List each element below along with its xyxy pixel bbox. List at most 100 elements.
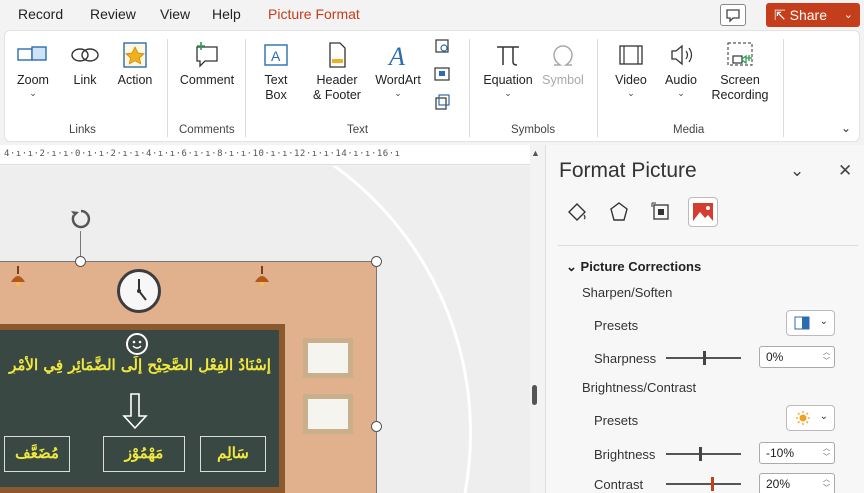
- pane-divider: [558, 245, 858, 246]
- calendar-icon: [435, 39, 449, 53]
- equation-label: Equation: [483, 73, 533, 87]
- wordart-icon: A: [387, 42, 405, 71]
- header-footer-button[interactable]: Header & Footer: [309, 41, 365, 103]
- rotate-handle-icon[interactable]: [68, 206, 94, 232]
- horizontal-ruler: 4·ı·ı·2·ı·ı·0·ı·ı·2·ı·ı·4·ı·ı·6·ı·ı·8·ı·…: [0, 145, 530, 165]
- links-group-label: Links: [69, 124, 96, 136]
- brightness-contrast-heading: Brightness/Contrast: [582, 380, 697, 395]
- sharpness-slider[interactable]: [666, 351, 741, 365]
- object-button[interactable]: [433, 93, 451, 111]
- video-button[interactable]: Video ⌄: [609, 41, 653, 98]
- chevron-down-icon: ⌄: [504, 88, 512, 98]
- symbol-button[interactable]: Symbol: [539, 41, 587, 88]
- chevron-down-icon: ⌄: [566, 259, 577, 274]
- share-button[interactable]: ⇱ Share ⌄: [766, 3, 860, 27]
- collapse-ribbon-icon[interactable]: ⌄: [841, 121, 851, 135]
- brightness-label: Brightness: [594, 447, 656, 462]
- resize-handle[interactable]: [371, 256, 382, 267]
- chevron-down-icon: ⌄: [819, 316, 828, 327]
- slider-thumb[interactable]: [703, 351, 706, 365]
- new-comment-icon: [196, 42, 218, 68]
- chevron-down-icon[interactable]: ⌄: [844, 3, 853, 27]
- slide-canvas[interactable]: إِسْنَادُ الفِعْلِ الصَّحِيْحِ إِلَى الض…: [0, 166, 530, 493]
- effects-tab[interactable]: [604, 197, 634, 227]
- header-footer-label-line2: & Footer: [313, 88, 361, 102]
- board-title[interactable]: إِسْنَادُ الفِعْلِ الصَّحِيْحِ إِلَى الض…: [0, 356, 280, 374]
- size-properties-tab[interactable]: [646, 197, 676, 227]
- group-divider: [469, 39, 470, 137]
- pentagon-icon: [610, 202, 628, 221]
- tab-picture-format[interactable]: Picture Format: [268, 6, 360, 22]
- wordart-label: WordArt: [375, 73, 421, 87]
- ruler-markings: 4·ı·ı·2·ı·ı·0·ı·ı·2·ı·ı·4·ı·ı·6·ı·ı·8·ı·…: [4, 149, 401, 159]
- chevron-down-icon: ⌄: [819, 411, 828, 422]
- audio-button[interactable]: Audio ⌄: [659, 41, 703, 98]
- link-button[interactable]: Link: [65, 41, 105, 88]
- audio-label: Audio: [665, 73, 697, 87]
- wordart-button[interactable]: A WordArt ⌄: [369, 41, 427, 98]
- brightness-presets-dropdown[interactable]: ⌄: [786, 405, 835, 431]
- vertical-scrollbar-thumb[interactable]: [532, 385, 537, 405]
- picture-tab[interactable]: [688, 197, 718, 227]
- text-box-label-line2: Box: [265, 88, 287, 102]
- comment-icon: [726, 9, 740, 23]
- date-time-button[interactable]: [433, 37, 451, 55]
- tab-record[interactable]: Record: [18, 6, 63, 22]
- sharpness-value: 0%: [766, 350, 784, 364]
- new-comment-button[interactable]: Comment: [175, 41, 239, 88]
- resize-handle[interactable]: [371, 421, 382, 432]
- chevron-down-icon: ⌄: [394, 88, 402, 98]
- text-box-button[interactable]: A Text Box: [259, 41, 293, 103]
- tab-review[interactable]: Review: [90, 6, 136, 22]
- sharpen-presets-dropdown[interactable]: ⌄: [786, 310, 835, 336]
- screen-recording-button[interactable]: Screen Recording: [705, 41, 775, 103]
- clock-icon: [137, 279, 147, 301]
- contrast-slider[interactable]: [666, 477, 741, 491]
- group-divider: [167, 39, 168, 137]
- screen-recording-label: Screen: [720, 73, 760, 87]
- contrast-spinbox[interactable]: 20% ︿ ﹀: [759, 473, 835, 493]
- picture-frame: [303, 394, 353, 434]
- omega-symbol-icon: [553, 45, 573, 66]
- powerpoint-window: Record Review View Help Picture Format ⇱…: [0, 0, 864, 493]
- screen-recording-label-line2: Recording: [711, 88, 769, 102]
- spin-arrows-icon[interactable]: ︿ ﹀: [823, 475, 830, 493]
- slide-number-button[interactable]: [433, 65, 451, 83]
- slider-thumb[interactable]: [699, 447, 702, 461]
- size-properties-icon: [651, 202, 669, 220]
- tab-help[interactable]: Help: [212, 6, 241, 22]
- pi-equation-icon: [497, 46, 519, 66]
- link-label: Link: [73, 73, 97, 87]
- sharpen-preset-icon: [794, 316, 810, 330]
- resize-handle[interactable]: [75, 256, 86, 267]
- fill-line-tab[interactable]: [562, 197, 592, 227]
- word-box[interactable]: مُضَعَّف: [4, 436, 70, 472]
- word-box[interactable]: مَهْمُوْز: [103, 436, 185, 472]
- brightness-slider[interactable]: [666, 447, 741, 461]
- sharpness-spinbox[interactable]: 0% ︿ ﹀: [759, 346, 835, 368]
- contrast-label: Contrast: [594, 477, 644, 492]
- brightness-spinbox[interactable]: -10% ︿ ﹀: [759, 442, 835, 464]
- equation-button[interactable]: Equation ⌄: [477, 41, 539, 98]
- word-box[interactable]: سَالِم: [200, 436, 266, 472]
- pane-options-chevron-icon[interactable]: ⌄: [790, 161, 804, 181]
- zoom-button[interactable]: Zoom ⌄: [13, 41, 53, 98]
- header-footer-label: Header: [316, 73, 358, 87]
- media-group-label: Media: [673, 124, 705, 136]
- chalkboard: إِسْنَادُ الفِعْلِ الصَّحِيْحِ إِلَى الض…: [0, 324, 285, 493]
- object-icon: [435, 94, 450, 110]
- header-footer-icon: [329, 42, 346, 68]
- picture-corrections-header[interactable]: ⌄ Picture Corrections: [566, 259, 701, 275]
- comments-button[interactable]: [720, 4, 746, 26]
- paint-bucket-icon: [568, 203, 586, 221]
- scroll-up-icon[interactable]: ▲: [531, 148, 540, 158]
- spin-arrows-icon[interactable]: ︿ ﹀: [823, 348, 830, 366]
- symbols-group-label: Symbols: [511, 124, 556, 136]
- close-icon[interactable]: ✕: [838, 161, 852, 181]
- action-button[interactable]: Action: [111, 41, 159, 88]
- slider-thumb[interactable]: [711, 477, 714, 491]
- tab-view[interactable]: View: [160, 6, 190, 22]
- svg-text:A: A: [271, 48, 281, 64]
- share-label: Share: [789, 7, 827, 23]
- spin-arrows-icon[interactable]: ︿ ﹀: [823, 444, 830, 462]
